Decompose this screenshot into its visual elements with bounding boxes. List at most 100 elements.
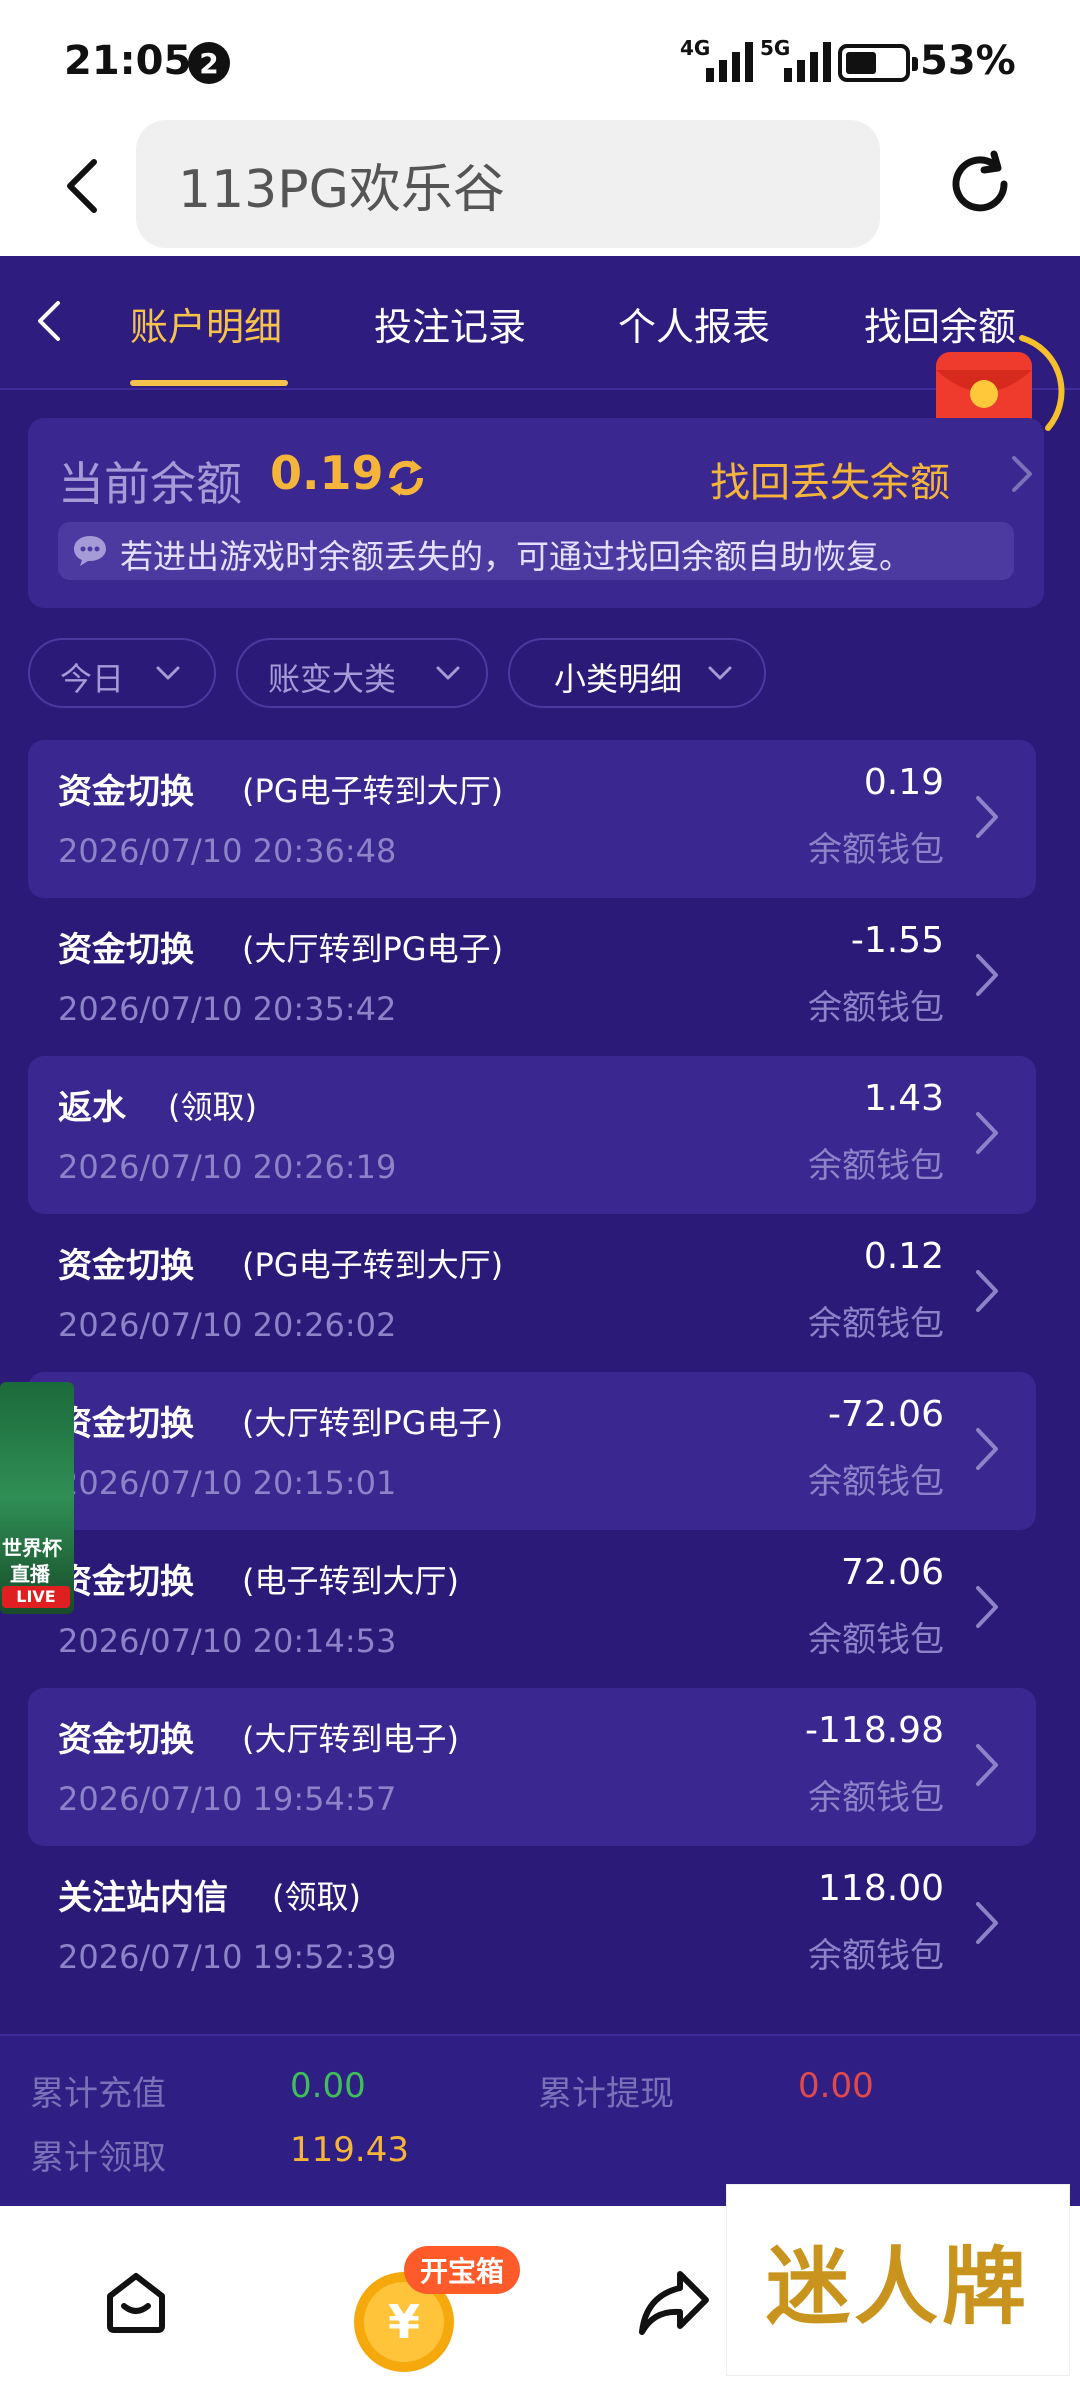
tab-bar: 账户明细 投注记录 个人报表 找回余额 — [0, 256, 1080, 390]
chevron-left-icon — [38, 301, 60, 341]
chevron-right-icon — [976, 954, 998, 996]
status-time: 21:05 — [64, 38, 192, 84]
chevron-right-icon — [976, 1586, 998, 1628]
browser-back-button[interactable] — [52, 156, 112, 216]
status-bar: 21:05 2 4G 5G 53% — [0, 0, 1080, 120]
transaction-detail: (大厅转到PG电子) — [242, 930, 504, 968]
transaction-row[interactable]: 资金切换 (PG电子转到大厅) 2026/07/10 20:36:48 0.19 余额钱… — [28, 740, 1036, 898]
url-text: 113PG欢乐谷 — [178, 159, 505, 220]
transaction-wallet: 余额钱包 — [808, 1462, 944, 1502]
filter-category-label: 账变大类 — [268, 660, 397, 698]
transaction-title: 资金切换 — [58, 1404, 194, 1444]
transaction-amount: 1.43 — [863, 1078, 944, 1119]
filter-date-label: 今日 — [60, 660, 125, 698]
transaction-wallet: 余额钱包 — [808, 830, 944, 870]
transaction-detail: (电子转到大厅) — [242, 1562, 459, 1600]
recovery-notice: 若进出游戏时余额丢失的，可通过找回余额自助恢复。 — [58, 522, 1014, 580]
chevron-right-icon — [976, 796, 998, 838]
notification-count-badge: 2 — [188, 42, 230, 84]
signal-5g-icon — [784, 40, 831, 82]
transaction-row[interactable]: 资金切换 (大厅转到电子) 2026/07/10 19:54:57 -118.98 余额… — [28, 1688, 1036, 1846]
transaction-title: 关注站内信 — [58, 1878, 228, 1918]
transaction-detail: (大厅转到电子) — [242, 1720, 459, 1758]
transaction-time: 2026/07/10 20:26:02 — [58, 1306, 397, 1344]
recover-lost-balance-link[interactable]: 找回丢失余额 — [710, 450, 950, 508]
chevron-down-icon — [436, 666, 460, 680]
battery-percent: 53% — [920, 38, 1016, 84]
filter-category-dropdown[interactable]: 账变大类 — [236, 638, 488, 708]
transaction-amount: 0.12 — [863, 1236, 944, 1277]
transaction-detail: (大厅转到PG电子) — [242, 1404, 504, 1442]
transaction-time: 2026/07/10 19:52:39 — [58, 1938, 397, 1976]
balance-label: 当前余额 — [58, 457, 242, 511]
total-withdraw-value: 0.00 — [798, 2066, 874, 2106]
live-widget-title: 世界杯 — [2, 1536, 62, 1560]
home-icon[interactable] — [100, 2266, 172, 2338]
transaction-row[interactable]: 资金切换 (电子转到大厅) 2026/07/10 20:14:53 72.06 余额钱包 — [28, 1530, 1036, 1688]
transaction-wallet: 余额钱包 — [808, 1936, 944, 1976]
chevron-right-icon — [976, 1744, 998, 1786]
transaction-time: 2026/07/10 20:14:53 — [58, 1622, 397, 1660]
transaction-row[interactable]: 返水 (领取) 2026/07/10 20:26:19 1.43 余额钱包 — [28, 1056, 1036, 1214]
tab-personal-report[interactable]: 个人报表 — [618, 296, 770, 351]
transaction-amount: 0.19 — [863, 762, 944, 803]
transaction-row[interactable]: 资金切换 (PG电子转到大厅) 2026/07/10 20:26:02 0.12 余额钱… — [28, 1214, 1036, 1372]
total-claimed-label: 累计领取 — [30, 2138, 166, 2178]
transaction-wallet: 余额钱包 — [808, 1778, 944, 1818]
balance-card: 当前余额 0.19 找回丢失余额 若进出游戏时余额丢失的，可通过找回余额自助恢复… — [28, 418, 1044, 608]
transaction-time: 2026/07/10 19:54:57 — [58, 1780, 397, 1818]
transaction-row[interactable]: 资金切换 (大厅转到PG电子) 2026/07/10 20:35:42 -1.55 余额… — [28, 898, 1036, 1056]
transaction-detail: (PG电子转到大厅) — [242, 772, 504, 810]
filter-date-dropdown[interactable]: 今日 — [28, 638, 216, 708]
active-tab-underline — [130, 380, 288, 386]
chevron-down-icon — [156, 666, 180, 680]
world-cup-live-widget[interactable]: 世界杯 直播 LIVE — [0, 1382, 74, 1614]
transaction-wallet: 余额钱包 — [808, 1304, 944, 1344]
transaction-wallet: 余额钱包 — [808, 1146, 944, 1186]
chat-bubble-icon — [74, 536, 106, 566]
transaction-time: 2026/07/10 20:26:19 — [58, 1148, 397, 1186]
browser-bar: 113PG欢乐谷 — [0, 120, 1080, 256]
recovery-notice-text: 若进出游戏时余额丢失的，可通过找回余额自助恢复。 — [120, 537, 912, 576]
transaction-detail: (PG电子转到大厅) — [242, 1246, 504, 1284]
filter-subcategory-label: 小类明细 — [554, 660, 683, 698]
chevron-right-icon — [1012, 456, 1032, 492]
transaction-amount: -118.98 — [805, 1710, 944, 1751]
transaction-time: 2026/07/10 20:36:48 — [58, 832, 397, 870]
watermark-text: 迷人牌 — [765, 2236, 1030, 2336]
transaction-row[interactable]: 资金切换 (大厅转到PG电子) 2026/07/10 20:15:01 -72.06 余… — [28, 1372, 1036, 1530]
watermark-logo: 迷人牌 — [726, 2184, 1070, 2376]
chevron-down-icon — [708, 666, 732, 680]
tab-bet-records[interactable]: 投注记录 — [374, 296, 526, 351]
transaction-title: 资金切换 — [58, 1720, 194, 1760]
transaction-amount: -72.06 — [827, 1394, 944, 1435]
transaction-row[interactable]: 关注站内信 (领取) 2026/07/10 19:52:39 118.00 余额钱包 — [28, 1846, 1036, 2004]
chevron-right-icon — [976, 1428, 998, 1470]
open-treasure-badge[interactable]: 开宝箱 — [404, 2246, 521, 2294]
chevron-left-icon — [67, 159, 97, 213]
refresh-balance-icon[interactable] — [382, 454, 430, 502]
total-recharge-label: 累计充值 — [30, 2074, 166, 2114]
filter-subcategory-dropdown[interactable]: 小类明细 — [508, 638, 766, 708]
tab-account-details[interactable]: 账户明细 — [130, 296, 282, 351]
chevron-right-icon — [976, 1112, 998, 1154]
transaction-title: 返水 — [58, 1088, 126, 1128]
live-widget-subtitle: 直播 — [10, 1562, 50, 1586]
url-bar[interactable]: 113PG欢乐谷 — [136, 120, 880, 248]
share-icon[interactable] — [636, 2266, 712, 2338]
coin-symbol: ¥ — [388, 2295, 420, 2349]
transaction-amount: 72.06 — [840, 1552, 944, 1593]
transaction-title: 资金切换 — [58, 1562, 194, 1602]
reload-button[interactable] — [940, 144, 1020, 224]
transaction-time: 2026/07/10 20:15:01 — [58, 1464, 397, 1502]
transaction-time: 2026/07/10 20:35:42 — [58, 990, 397, 1028]
tab-scroll-back-button[interactable] — [24, 296, 74, 346]
total-claimed-value: 119.43 — [290, 2130, 409, 2170]
transaction-title: 资金切换 — [58, 772, 194, 812]
totals-panel: 累计充值 0.00 累计提现 0.00 累计领取 119.43 — [0, 2034, 1080, 2206]
transaction-amount: -1.55 — [850, 920, 944, 961]
transaction-detail: (领取) — [168, 1088, 257, 1126]
chevron-right-icon — [976, 1902, 998, 1944]
total-recharge-value: 0.00 — [290, 2066, 366, 2106]
total-withdraw-label: 累计提现 — [538, 2074, 674, 2114]
